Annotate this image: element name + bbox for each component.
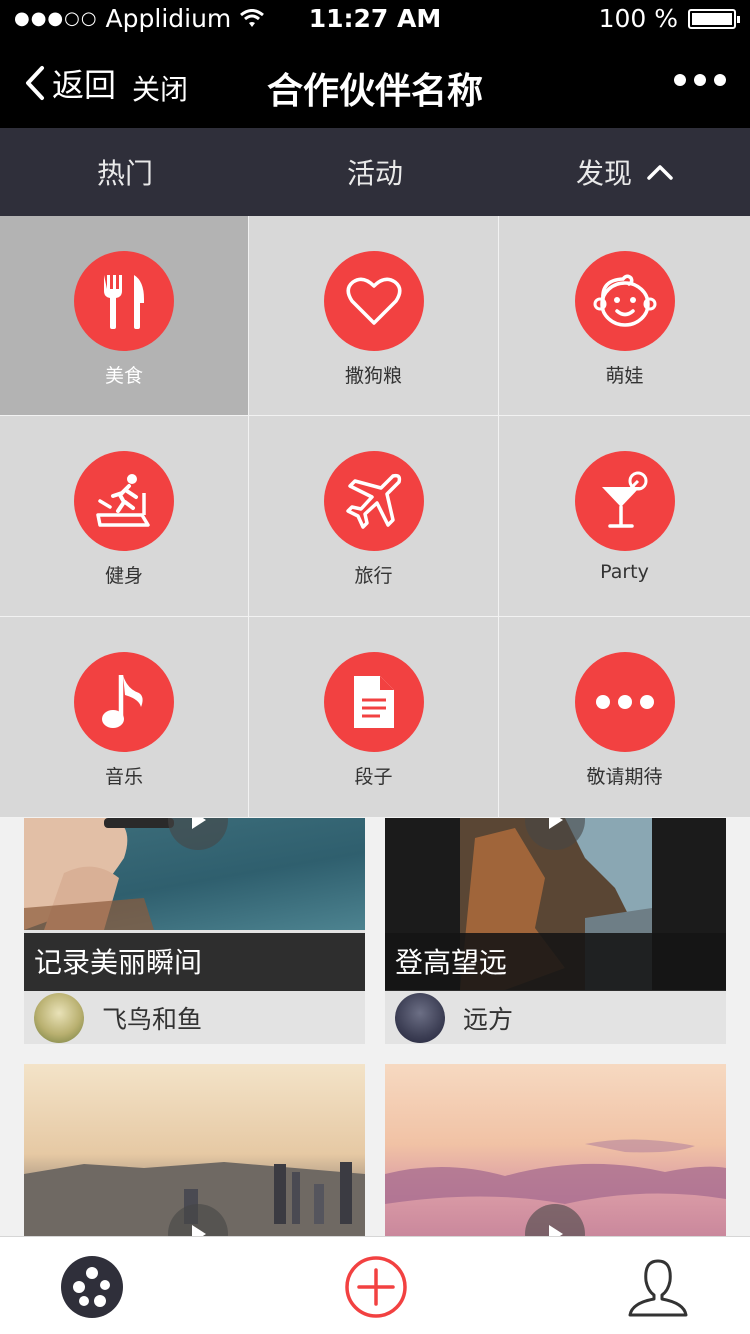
fork-knife-icon (104, 275, 144, 329)
category-music[interactable]: 音乐 (0, 617, 249, 818)
category-label: 美食 (104, 365, 143, 387)
category-kids[interactable]: 萌娃 (499, 216, 750, 416)
film-reel-icon (61, 1256, 123, 1318)
close-button[interactable]: 关闭 (132, 68, 188, 108)
post-card[interactable]: 记录美丽瞬间 飞鸟和鱼 (24, 818, 365, 1044)
category-label: 音乐 (104, 766, 143, 788)
category-label: 撒狗粮 (344, 365, 402, 387)
document-icon (353, 676, 394, 728)
heart-icon (346, 277, 401, 325)
back-label: 返回 (52, 66, 117, 104)
bottom-tab-bar (0, 1236, 750, 1334)
feed-tab-button[interactable] (60, 1255, 124, 1319)
play-icon (192, 1225, 206, 1236)
avatar (395, 992, 445, 1043)
category-couple[interactable]: 撒狗粮 (249, 216, 499, 416)
post-author[interactable]: 远方 (385, 991, 726, 1044)
play-icon (549, 1225, 563, 1236)
chevron-left-icon (26, 66, 44, 100)
battery-icon (688, 8, 740, 29)
user-profile-icon (628, 1259, 688, 1317)
avatar (34, 992, 84, 1043)
post-card[interactable] (385, 1064, 726, 1236)
category-label: 段子 (354, 766, 393, 788)
category-coming-soon[interactable]: 敬请期待 (499, 617, 750, 818)
battery-percent: 100 % (598, 4, 678, 33)
category-party[interactable]: Party (499, 416, 750, 617)
status-bar: ●●●○○ Applidium 11:27 AM 100 % (0, 0, 750, 40)
music-note-icon (102, 675, 143, 728)
more-dots-icon (674, 74, 686, 86)
more-dots-icon (595, 695, 654, 709)
author-name: 远方 (463, 1004, 514, 1034)
add-post-button[interactable] (344, 1255, 408, 1319)
baby-face-icon (593, 274, 656, 327)
category-label: 健身 (104, 565, 143, 587)
back-button[interactable]: 返回 (24, 60, 116, 106)
tab-activity[interactable]: 活动 (250, 128, 500, 216)
content-feed: 记录美丽瞬间 飞鸟和鱼 登高望远 远方 (0, 818, 750, 1236)
category-jokes[interactable]: 段子 (249, 617, 499, 818)
category-travel[interactable]: 旅行 (249, 416, 499, 617)
post-card[interactable]: 登高望远 远方 (385, 818, 726, 1044)
add-circle-icon (345, 1256, 407, 1318)
treadmill-icon (96, 474, 150, 527)
category-label: 旅行 (354, 565, 393, 587)
tab-bar: 热门 活动 发现 (0, 128, 750, 216)
author-name: 飞鸟和鱼 (102, 1004, 203, 1034)
cocktail-icon (601, 471, 647, 528)
chevron-up-icon (647, 165, 673, 180)
post-author[interactable]: 飞鸟和鱼 (24, 991, 365, 1044)
category-label: 萌娃 (605, 365, 644, 387)
post-caption: 记录美丽瞬间 (24, 933, 365, 991)
category-label: Party (600, 561, 649, 583)
post-caption: 登高望远 (385, 933, 726, 991)
profile-tab-button[interactable] (626, 1255, 690, 1319)
play-icon (192, 818, 206, 829)
play-icon (549, 818, 563, 829)
nav-bar: 返回 关闭 合作伙伴名称 (0, 40, 750, 128)
category-fitness[interactable]: 健身 (0, 416, 249, 617)
more-menu-button[interactable] (674, 74, 726, 86)
category-grid: 美食 撒狗粮 萌娃 健身 旅行 Party 音乐 段子 敬请期待 (0, 216, 750, 818)
airplane-icon (345, 473, 401, 529)
category-food[interactable]: 美食 (0, 216, 249, 416)
tab-discover[interactable]: 发现 (500, 128, 750, 216)
post-card[interactable] (24, 1064, 365, 1236)
category-label: 敬请期待 (586, 766, 663, 788)
tab-hot[interactable]: 热门 (0, 128, 250, 216)
